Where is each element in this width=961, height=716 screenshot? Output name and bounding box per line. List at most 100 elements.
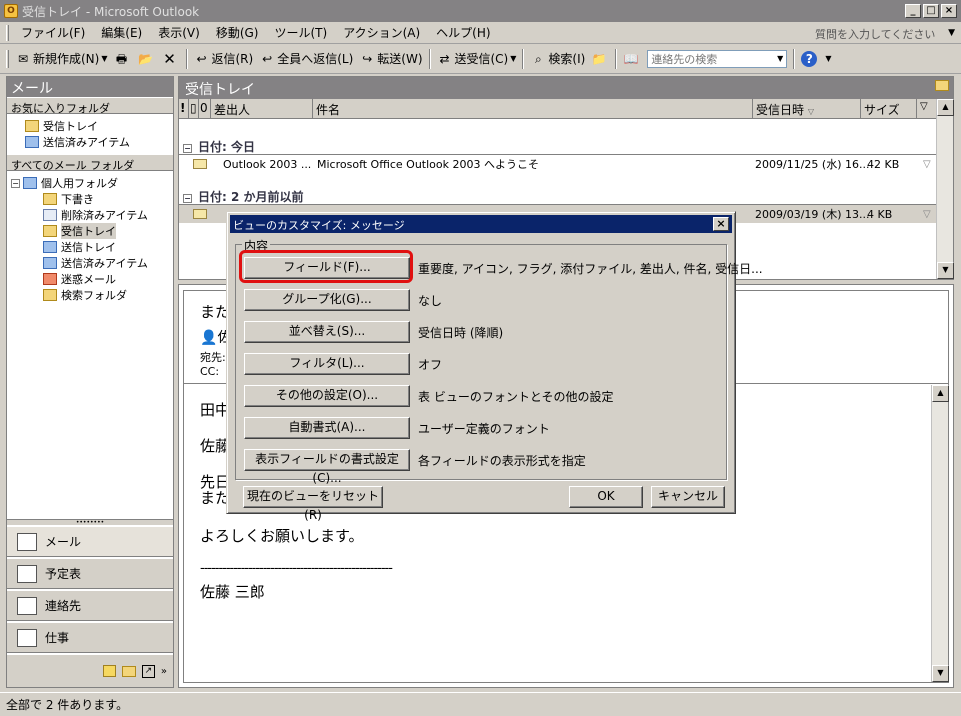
group-header-older[interactable]: − 日付: 2 か月前以前 bbox=[179, 185, 937, 205]
folder-junk[interactable]: 迷惑メール bbox=[43, 271, 173, 287]
help-button[interactable]: ? bbox=[798, 48, 822, 70]
toolbar-grip[interactable] bbox=[6, 49, 9, 68]
folder-personal[interactable]: − 個人用フォルダ bbox=[11, 175, 173, 191]
toolbar-separator bbox=[615, 48, 618, 69]
folder-list-icon[interactable] bbox=[121, 665, 136, 677]
flag-icon[interactable]: ▽ bbox=[923, 209, 931, 220]
scroll-up-icon[interactable]: ▲ bbox=[932, 385, 949, 402]
column-received[interactable]: 受信日時 ▽ bbox=[753, 99, 861, 118]
flag-icon[interactable]: ▽ bbox=[923, 159, 931, 170]
menu-help[interactable]: ヘルプ(H) bbox=[428, 24, 498, 41]
group-header-today[interactable]: − 日付: 今日 bbox=[179, 135, 937, 155]
nav-button-calendar[interactable]: 予定表 bbox=[7, 558, 173, 589]
column-subject[interactable]: 件名 bbox=[313, 99, 753, 118]
auto-format-button[interactable]: 自動書式(A)... bbox=[244, 417, 410, 439]
forward-button[interactable]: ↪ 転送(W) bbox=[356, 48, 425, 70]
shortcuts-icon[interactable]: ↗ bbox=[141, 664, 155, 678]
send-receive-dropdown-icon[interactable]: ▼ bbox=[510, 54, 516, 63]
close-button[interactable]: × bbox=[941, 4, 957, 18]
menu-go[interactable]: 移動(G) bbox=[208, 24, 267, 41]
folder-inbox[interactable]: 受信トレイ bbox=[43, 223, 173, 239]
print-button[interactable]: 🖶 bbox=[111, 48, 135, 70]
filter-button[interactable]: フィルタ(L)... bbox=[244, 353, 410, 375]
help-search-input[interactable]: 質問を入力してください bbox=[815, 26, 945, 42]
to-label: 宛先: bbox=[200, 351, 226, 364]
flag-column-icon[interactable]: ▽ bbox=[917, 99, 937, 118]
importance-column-icon[interactable]: ! bbox=[179, 99, 189, 118]
new-button[interactable]: ✉ 新規作成(N) ▼ bbox=[12, 48, 111, 70]
configure-buttons-icon[interactable]: » bbox=[161, 666, 167, 677]
message-row[interactable]: Outlook 2003 ... Microsoft Office Outloo… bbox=[179, 155, 937, 173]
menu-actions[interactable]: アクション(A) bbox=[335, 24, 428, 41]
ok-button[interactable]: OK bbox=[569, 486, 643, 508]
maximize-button[interactable]: □ bbox=[923, 4, 939, 18]
folder-drafts[interactable]: 下書き bbox=[43, 191, 173, 207]
folder-deleted-items[interactable]: 削除済みアイテム bbox=[43, 207, 173, 223]
folder-label: 迷惑メール bbox=[61, 273, 116, 286]
menu-tools[interactable]: ツール(T) bbox=[266, 24, 335, 41]
list-header: 受信トレイ bbox=[179, 77, 953, 99]
favorite-sent-items[interactable]: 送信済みアイテム bbox=[25, 134, 173, 150]
contact-search-dropdown-icon[interactable]: ▼ bbox=[777, 54, 783, 63]
nav-button-tasks[interactable]: 仕事 bbox=[7, 622, 173, 653]
move-folder-icon: 📂 bbox=[138, 51, 153, 66]
folder-label: 個人用フォルダ bbox=[41, 177, 118, 190]
find-button[interactable]: ⌕ 検索(I) bbox=[527, 48, 588, 70]
menu-file[interactable]: ファイル(F) bbox=[13, 24, 93, 41]
favorite-inbox[interactable]: 受信トレイ bbox=[25, 118, 173, 134]
nav-splitter[interactable]: •••••••• bbox=[7, 519, 173, 526]
move-to-folder-button[interactable]: 📂 bbox=[135, 48, 159, 70]
contact-search-input[interactable]: 連絡先の検索 ▼ bbox=[647, 49, 788, 68]
attachment-column-icon[interactable]: 0 bbox=[199, 99, 211, 118]
find-label: 検索(I) bbox=[548, 52, 586, 66]
toolbar-options-button[interactable]: ▼ bbox=[822, 48, 834, 70]
organize-button[interactable]: 📁 bbox=[588, 48, 612, 70]
fields-value: 重要度, アイコン, フラグ, 添付ファイル, 差出人, 件名, 受信日... bbox=[418, 262, 763, 276]
folder-sent-items[interactable]: 送信済みアイテム bbox=[43, 255, 173, 271]
scroll-down-icon[interactable]: ▼ bbox=[937, 262, 954, 279]
collapse-icon[interactable]: − bbox=[183, 144, 192, 153]
reset-view-button[interactable]: 現在のビューをリセット(R) bbox=[243, 486, 383, 522]
dialog-title-bar[interactable]: ビューのカスタマイズ: メッセージ × bbox=[230, 215, 732, 233]
tasks-icon bbox=[17, 628, 37, 647]
column-from[interactable]: 差出人 bbox=[211, 99, 313, 118]
dialog-close-button[interactable]: × bbox=[713, 217, 729, 231]
group-by-button[interactable]: グループ化(G)... bbox=[244, 289, 410, 311]
nav-button-contacts[interactable]: 連絡先 bbox=[7, 590, 173, 621]
list-scrollbar[interactable]: ▲ ▼ bbox=[936, 99, 954, 279]
menubar-grip[interactable] bbox=[6, 24, 9, 41]
folder-search[interactable]: 検索フォルダ bbox=[43, 287, 173, 303]
cancel-button[interactable]: キャンセル bbox=[651, 486, 725, 508]
minimize-button[interactable]: _ bbox=[905, 4, 921, 18]
reading-scrollbar[interactable]: ▲ ▼ bbox=[931, 385, 949, 682]
send-receive-button[interactable]: ⇄ 送受信(C) ▼ bbox=[434, 48, 520, 70]
sort-button[interactable]: 並べ替え(S)... bbox=[244, 321, 410, 343]
collapse-icon[interactable]: − bbox=[11, 178, 20, 188]
address-book-button[interactable]: 📖 bbox=[620, 48, 644, 70]
format-columns-button[interactable]: 表示フィールドの書式設定(C)... bbox=[244, 449, 410, 485]
other-settings-button[interactable]: その他の設定(O)... bbox=[244, 385, 410, 407]
help-dropdown-icon[interactable]: ▼ bbox=[948, 28, 955, 38]
column-size[interactable]: サイズ bbox=[861, 99, 917, 118]
group-by-value: なし bbox=[418, 294, 443, 308]
reply-all-button[interactable]: ↩ 全員へ返信(L) bbox=[256, 48, 356, 70]
nav-button-mail[interactable]: メール bbox=[7, 526, 173, 557]
icon-column-icon[interactable]: ▯ bbox=[189, 99, 199, 118]
forward-icon: ↪ bbox=[362, 51, 373, 66]
other-settings-value: 表 ビューのフォントとその他の設定 bbox=[418, 390, 614, 404]
new-dropdown-icon[interactable]: ▼ bbox=[101, 54, 107, 63]
contact-icon: 👤 bbox=[200, 330, 218, 346]
collapse-icon[interactable]: − bbox=[183, 194, 192, 203]
folder-outbox[interactable]: 送信トレイ bbox=[43, 239, 173, 255]
reply-button[interactable]: ↩ 返信(R) bbox=[191, 48, 257, 70]
reply-icon: ↩ bbox=[196, 51, 207, 66]
menu-edit[interactable]: 編集(E) bbox=[93, 24, 150, 41]
new-label: 新規作成(N) bbox=[33, 52, 100, 66]
menu-view[interactable]: 表示(V) bbox=[150, 24, 208, 41]
scroll-up-icon[interactable]: ▲ bbox=[937, 99, 954, 116]
message-size: 4 KB bbox=[867, 207, 893, 221]
notes-icon[interactable] bbox=[102, 665, 116, 677]
scroll-down-icon[interactable]: ▼ bbox=[932, 665, 949, 682]
delete-button[interactable]: ✕ bbox=[159, 48, 183, 70]
body-closing: よろしくお願いします。 bbox=[200, 527, 364, 545]
